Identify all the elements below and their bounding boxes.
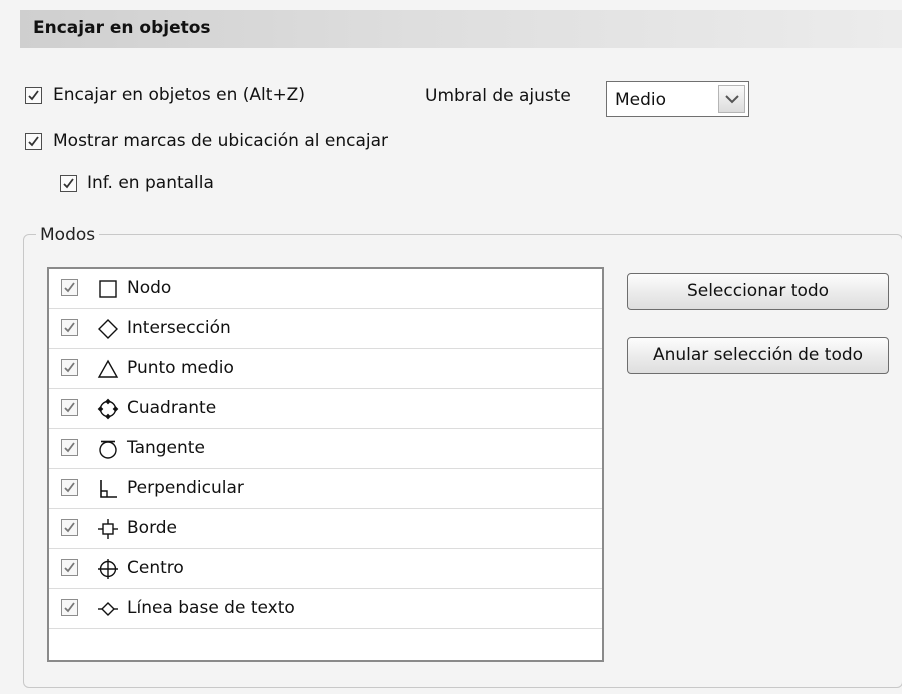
modes-list[interactable]: Nodo Intersección Punto medio Cuadrante … xyxy=(47,267,604,662)
list-item[interactable]: Centro xyxy=(49,549,602,589)
checkmark-icon xyxy=(64,602,75,613)
list-item[interactable]: Nodo xyxy=(49,269,602,309)
mode-checkbox[interactable] xyxy=(61,559,78,576)
snap-enabled-checkbox[interactable] xyxy=(25,87,42,104)
mode-label: Línea base de texto xyxy=(127,598,295,618)
square-edge-icon xyxy=(98,519,118,539)
diamond-baseline-icon xyxy=(98,602,118,616)
checkmark-icon xyxy=(64,402,75,413)
dropdown-arrow-button[interactable] xyxy=(718,85,745,113)
mode-checkbox[interactable] xyxy=(61,479,78,496)
list-item[interactable]: Tangente xyxy=(49,429,602,469)
list-item[interactable]: Perpendicular xyxy=(49,469,602,509)
modes-legend: Modos xyxy=(36,225,100,245)
threshold-value: Medio xyxy=(615,90,667,110)
circle-quadrant-icon xyxy=(97,398,119,420)
mode-label: Centro xyxy=(127,558,184,578)
circle-tangent-icon xyxy=(99,440,117,459)
diamond-intersection-icon xyxy=(98,319,118,339)
on-screen-info-checkbox[interactable] xyxy=(60,175,77,192)
checkmark-icon xyxy=(64,522,75,533)
threshold-select[interactable]: Medio xyxy=(606,81,749,117)
list-item[interactable]: Punto medio xyxy=(49,349,602,389)
mode-label: Punto medio xyxy=(127,358,234,378)
snap-enabled-label[interactable]: Encajar en objetos en (Alt+Z) xyxy=(53,85,305,105)
mode-label: Nodo xyxy=(127,278,172,298)
mode-checkbox[interactable] xyxy=(61,519,78,536)
checkmark-icon xyxy=(64,482,75,493)
list-item[interactable]: Cuadrante xyxy=(49,389,602,429)
section-title: Encajar en objetos xyxy=(33,18,211,38)
mode-label: Perpendicular xyxy=(127,478,244,498)
square-node-icon xyxy=(99,280,117,298)
mode-checkbox[interactable] xyxy=(61,439,78,456)
mode-checkbox[interactable] xyxy=(61,359,78,376)
mode-label: Borde xyxy=(127,518,178,538)
show-markers-label[interactable]: Mostrar marcas de ubicación al encajar xyxy=(53,131,388,151)
mode-checkbox[interactable] xyxy=(61,279,78,296)
perpendicular-icon xyxy=(100,480,117,498)
checkmark-icon xyxy=(28,90,39,101)
checkmark-icon xyxy=(64,282,75,293)
select-all-button[interactable]: Seleccionar todo xyxy=(627,273,889,310)
on-screen-info-label[interactable]: Inf. en pantalla xyxy=(87,173,214,193)
checkmark-icon xyxy=(64,362,75,373)
chevron-down-icon xyxy=(725,95,739,104)
list-item[interactable]: Borde xyxy=(49,509,602,549)
mode-checkbox[interactable] xyxy=(61,319,78,336)
checkmark-icon xyxy=(28,136,39,147)
checkmark-icon xyxy=(64,322,75,333)
mode-checkbox[interactable] xyxy=(61,599,78,616)
show-markers-checkbox[interactable] xyxy=(25,133,42,150)
deselect-all-button[interactable]: Anular selección de todo xyxy=(627,337,889,374)
circle-center-icon xyxy=(98,559,118,579)
mode-label: Tangente xyxy=(127,438,205,458)
list-item[interactable]: Línea base de texto xyxy=(49,589,602,629)
mode-label: Cuadrante xyxy=(127,398,217,418)
mode-checkbox[interactable] xyxy=(61,399,78,416)
checkmark-icon xyxy=(64,442,75,453)
mode-label: Intersección xyxy=(127,318,231,338)
triangle-midpoint-icon xyxy=(97,359,119,378)
threshold-label: Umbral de ajuste xyxy=(425,86,571,106)
checkmark-icon xyxy=(64,562,75,573)
list-item[interactable]: Intersección xyxy=(49,309,602,349)
section-header: Encajar en objetos xyxy=(20,10,902,48)
checkmark-icon xyxy=(63,178,74,189)
